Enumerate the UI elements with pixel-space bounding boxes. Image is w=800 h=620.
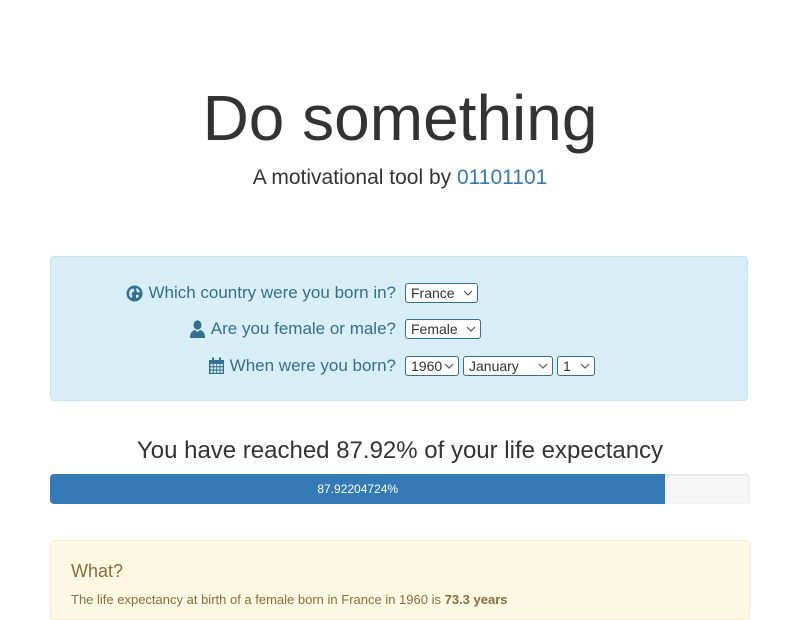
what-text: The life expectancy at birth of a female… (71, 591, 508, 609)
subtitle-text: A motivational tool by (252, 166, 452, 189)
day-select-value: 1 (563, 358, 571, 374)
birth-label-text: When were you born? (229, 356, 396, 375)
life-progress: 87.92204724% (50, 474, 750, 504)
sex-controls: Female (405, 319, 481, 339)
life-progress-bar: 87.92204724% (50, 474, 666, 504)
birth-row: When were you born? 1960 January 1 (51, 354, 749, 378)
progress-title: You have reached 87.92% of your life exp… (136, 437, 664, 464)
chevron-down-icon (444, 357, 454, 375)
author-link[interactable]: 01101101 (457, 166, 547, 189)
chevron-down-icon (463, 284, 473, 302)
country-select-value: France (411, 285, 455, 301)
chevron-down-icon (538, 357, 548, 375)
sex-select[interactable]: Female (405, 319, 481, 339)
year-select[interactable]: 1960 (405, 356, 459, 376)
country-label-text: Which country were you born in? (148, 283, 396, 302)
year-select-value: 1960 (411, 358, 443, 374)
sex-label-text: Are you female or male? (210, 319, 396, 338)
settings-panel: Which country were you born in? France A… (50, 256, 748, 401)
country-label: Which country were you born in? (126, 281, 396, 305)
month-select-value: January (469, 358, 519, 374)
month-select[interactable]: January (463, 356, 553, 376)
sex-row: Are you female or male? Female (51, 317, 749, 341)
calendar-icon (208, 357, 225, 375)
what-panel: What? The life expectancy at birth of a … (50, 540, 750, 620)
page-title: Do something (202, 82, 598, 154)
globe-icon (126, 285, 143, 302)
sex-label: Are you female or male? (189, 317, 396, 341)
page-subtitle: A motivational tool by 01101101 (0, 164, 800, 192)
user-icon (189, 320, 206, 338)
sex-select-value: Female (411, 321, 458, 337)
birth-controls: 1960 January 1 (405, 356, 595, 376)
chevron-down-icon (466, 320, 476, 338)
chevron-down-icon (580, 357, 590, 375)
day-select[interactable]: 1 (557, 356, 595, 376)
what-heading: What? (71, 561, 124, 581)
country-row: Which country were you born in? France (51, 281, 749, 305)
birth-label: When were you born? (208, 354, 396, 378)
country-controls: France (405, 283, 478, 303)
country-select[interactable]: France (405, 283, 478, 303)
